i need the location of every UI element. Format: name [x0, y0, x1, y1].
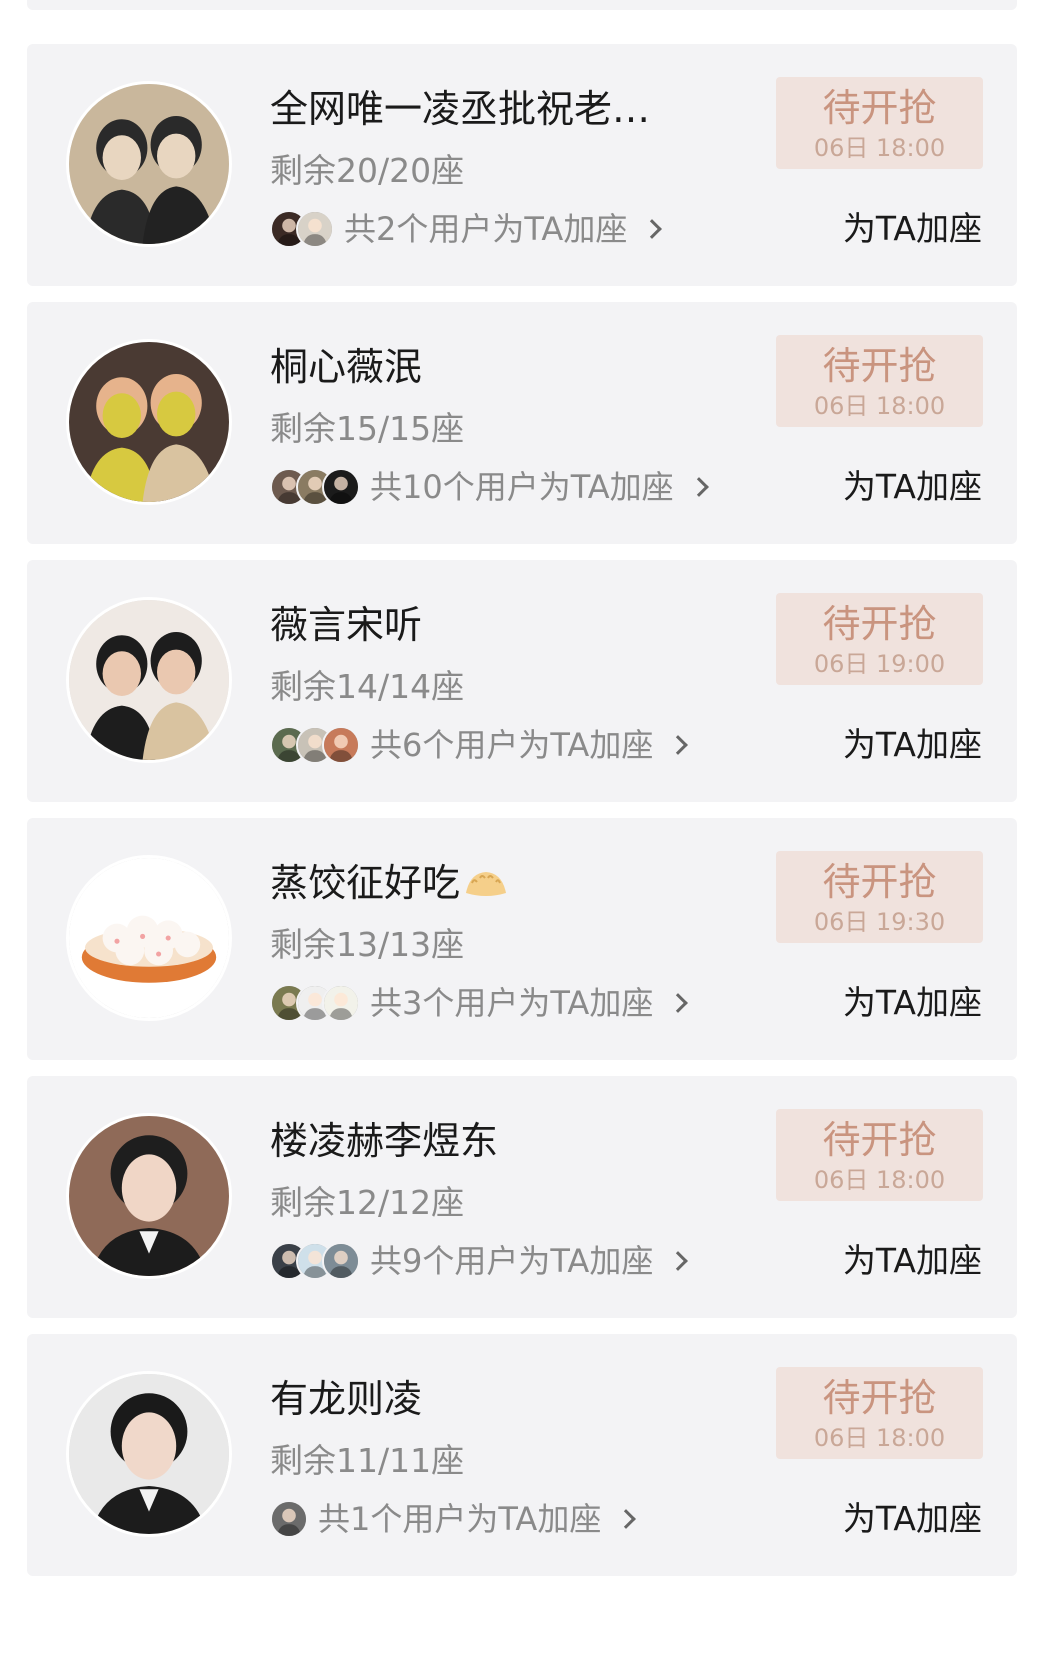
- grab-time: 06日 18:00: [813, 134, 946, 162]
- seats-remaining: 剩余12/12座: [270, 1183, 465, 1222]
- add-seat-button[interactable]: 为TA加座: [843, 465, 982, 509]
- supporters-link[interactable]: 共9个用户为TA加座: [270, 1239, 689, 1283]
- add-seat-button[interactable]: 为TA加座: [843, 1497, 982, 1541]
- supporter-avatars: [270, 984, 360, 1022]
- supporter-avatar: [322, 468, 360, 506]
- card-title: 楼凌赫李煜东: [270, 1119, 499, 1163]
- streamer-avatar[interactable]: [66, 339, 232, 505]
- chevron-right-icon: [668, 735, 689, 755]
- seats-remaining: 剩余11/11座: [270, 1441, 465, 1480]
- card-title: 薇言宋听: [270, 603, 423, 647]
- chevron-right-icon: [668, 993, 689, 1013]
- add-seat-button[interactable]: 为TA加座: [843, 981, 982, 1025]
- supporters-count: 共10个用户为TA加座: [370, 468, 674, 506]
- seats-remaining: 剩余20/20座: [270, 151, 465, 190]
- grab-status: 待开抢: [822, 602, 937, 646]
- grab-status: 待开抢: [822, 86, 937, 130]
- chevron-right-icon: [688, 477, 709, 497]
- chevron-right-icon: [668, 1251, 689, 1271]
- pending-grab-button[interactable]: 待开抢 06日 18:00: [776, 335, 983, 427]
- grab-time: 06日 19:30: [813, 908, 946, 936]
- grab-time: 06日 18:00: [813, 1166, 946, 1194]
- streamer-avatar[interactable]: [66, 1113, 232, 1279]
- supporter-avatar: [296, 210, 334, 248]
- supporters-link[interactable]: 共1个用户为TA加座: [270, 1497, 637, 1541]
- supporter-avatars: [270, 1500, 308, 1538]
- pending-grab-button[interactable]: 待开抢 06日 18:00: [776, 1367, 983, 1459]
- supporters-link[interactable]: 共3个用户为TA加座: [270, 981, 689, 1025]
- grab-status: 待开抢: [822, 1118, 937, 1162]
- pending-grab-button[interactable]: 待开抢 06日 18:00: [776, 1109, 983, 1201]
- seat-card[interactable]: 薇言宋听 剩余14/14座 共6个用户为TA加座 待开抢 06日 19:00 为…: [27, 560, 1017, 802]
- add-seat-button[interactable]: 为TA加座: [843, 1239, 982, 1283]
- pending-grab-button[interactable]: 待开抢 06日 18:00: [776, 77, 983, 169]
- pending-grab-button[interactable]: 待开抢 06日 19:00: [776, 593, 983, 685]
- grab-status: 待开抢: [822, 860, 937, 904]
- supporter-avatars: [270, 210, 334, 248]
- supporters-link[interactable]: 共6个用户为TA加座: [270, 723, 689, 767]
- seats-remaining: 剩余13/13座: [270, 925, 465, 964]
- pending-grab-button[interactable]: 待开抢 06日 19:30: [776, 851, 983, 943]
- supporter-avatar: [322, 984, 360, 1022]
- chevron-right-icon: [642, 219, 663, 239]
- supporter-avatar: [270, 1500, 308, 1538]
- card-title: 桐心薇泯: [270, 345, 423, 389]
- supporter-avatars: [270, 1242, 360, 1280]
- streamer-avatar[interactable]: [66, 81, 232, 247]
- supporters-count: 共1个用户为TA加座: [318, 1500, 602, 1538]
- seats-remaining: 剩余14/14座: [270, 667, 465, 706]
- card-title: 全网唯一凌丞批祝老…: [270, 87, 651, 131]
- grab-status: 待开抢: [822, 344, 937, 388]
- supporters-link[interactable]: 共2个用户为TA加座: [270, 207, 663, 251]
- streamer-avatar[interactable]: [66, 597, 232, 763]
- supporters-count: 共9个用户为TA加座: [370, 1242, 654, 1280]
- add-seat-button[interactable]: 为TA加座: [843, 723, 982, 767]
- streamer-avatar[interactable]: [66, 855, 232, 1021]
- seat-card[interactable]: 桐心薇泯 剩余15/15座 共10个用户为TA加座 待开抢 06日 18:00 …: [27, 302, 1017, 544]
- grab-status: 待开抢: [822, 1376, 937, 1420]
- supporters-count: 共3个用户为TA加座: [370, 984, 654, 1022]
- fan-seat-list: 全网唯一凌丞批祝老… 剩余20/20座 共2个用户为TA加座 待开抢 06日 1…: [0, 0, 1061, 1679]
- dumpling-emoji-icon: [464, 861, 508, 911]
- supporter-avatars: [270, 468, 360, 506]
- seats-remaining: 剩余15/15座: [270, 409, 465, 448]
- add-seat-button[interactable]: 为TA加座: [843, 207, 982, 251]
- seat-card[interactable]: 全网唯一凌丞批祝老… 剩余20/20座 共2个用户为TA加座 待开抢 06日 1…: [27, 44, 1017, 286]
- card-title: 蒸饺征好吃: [270, 858, 690, 911]
- supporter-avatars: [270, 726, 360, 764]
- supporter-avatar: [322, 1242, 360, 1280]
- supporters-link[interactable]: 共10个用户为TA加座: [270, 465, 709, 509]
- seat-card[interactable]: 楼凌赫李煜东 剩余12/12座 共9个用户为TA加座 待开抢 06日 18:00…: [27, 1076, 1017, 1318]
- chevron-right-icon: [616, 1509, 637, 1529]
- grab-time: 06日 19:00: [813, 650, 946, 678]
- card-title: 有龙则凌: [270, 1377, 423, 1421]
- seat-card[interactable]: 蒸饺征好吃 剩余13/13座 共3个用户为TA加座 待开抢 06日 19:30 …: [27, 818, 1017, 1060]
- supporters-count: 共6个用户为TA加座: [370, 726, 654, 764]
- supporters-count: 共2个用户为TA加座: [344, 210, 628, 248]
- grab-time: 06日 18:00: [813, 392, 946, 420]
- streamer-avatar[interactable]: [66, 1371, 232, 1537]
- previous-card-edge: [27, 0, 1017, 10]
- grab-time: 06日 18:00: [813, 1424, 946, 1452]
- seat-card[interactable]: 有龙则凌 剩余11/11座 共1个用户为TA加座 待开抢 06日 18:00 为…: [27, 1334, 1017, 1576]
- supporter-avatar: [322, 726, 360, 764]
